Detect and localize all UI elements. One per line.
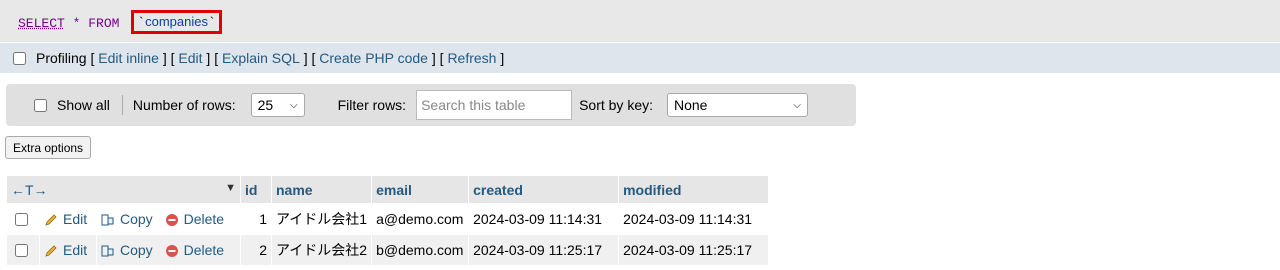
sort-label: Sort by key: xyxy=(579,97,653,113)
edit-link[interactable]: Edit xyxy=(178,50,202,66)
cell-created: 2024-03-09 11:14:31 xyxy=(469,204,619,234)
row-checkbox[interactable] xyxy=(15,212,28,226)
delete-icon xyxy=(165,245,178,258)
sort-select[interactable]: None ⌵ xyxy=(667,93,808,117)
column-header-created[interactable]: created xyxy=(469,176,619,203)
row-edit-link[interactable]: Edit xyxy=(44,242,87,258)
cell-email: b@demo.com xyxy=(372,235,469,265)
rows-label: Number of rows: xyxy=(132,97,236,113)
copy-icon xyxy=(101,214,114,226)
chevron-down-icon: ⌵ xyxy=(793,99,801,111)
cell-created: 2024-03-09 11:25:17 xyxy=(469,235,619,265)
show-all-toggle[interactable]: Show all xyxy=(34,97,110,113)
delete-label: Delete xyxy=(183,241,225,258)
delete-icon xyxy=(165,214,178,227)
cell-email: a@demo.com xyxy=(372,204,469,234)
highlighted-table-name: `companies` xyxy=(131,10,222,34)
sql-star: * xyxy=(72,16,81,31)
profiling-bar: Profiling [ Edit inline ] [ Edit ] [ Exp… xyxy=(0,43,1280,73)
sort-select-value: None xyxy=(674,97,708,113)
action-column-header: ←T→ ▼ xyxy=(7,176,240,203)
profiling-label: Profiling xyxy=(36,50,87,66)
profiling-checkbox[interactable] xyxy=(13,51,26,65)
copy-icon xyxy=(101,245,114,257)
copy-label: Copy xyxy=(120,210,153,227)
edit-label: Edit xyxy=(63,241,88,258)
delete-label: Delete xyxy=(183,210,225,227)
cell-modified: 2024-03-09 11:14:31 xyxy=(619,204,769,234)
column-header-email[interactable]: email xyxy=(372,176,469,203)
cell-name: アイドル会社1 xyxy=(272,204,372,234)
explain-sql-link[interactable]: Explain SQL xyxy=(222,50,300,66)
results-table: ←T→ ▼ id name email created modified Edi… xyxy=(6,175,769,266)
copy-label: Copy xyxy=(120,241,153,258)
show-all-checkbox[interactable] xyxy=(34,98,47,112)
row-copy-link[interactable]: Copy xyxy=(101,211,157,227)
show-all-label: Show all xyxy=(57,97,110,113)
create-php-code-link[interactable]: Create PHP code xyxy=(319,50,428,66)
nav-divider xyxy=(121,95,123,115)
triangle-down-icon[interactable]: ▼ xyxy=(225,182,236,194)
cell-id: 2 xyxy=(241,235,271,265)
cell-modified: 2024-03-09 11:25:17 xyxy=(619,235,769,265)
extra-options-button[interactable]: Extra options xyxy=(5,136,92,159)
sql-query-box: SELECT * FROM `companies` xyxy=(0,0,1280,42)
row-checkbox[interactable] xyxy=(15,243,28,257)
row-edit-link[interactable]: Edit xyxy=(44,211,87,227)
cell-name: アイドル会社2 xyxy=(272,235,372,265)
column-header-id[interactable]: id xyxy=(241,176,271,203)
sql-keyword-from: FROM xyxy=(88,16,120,31)
edit-label: Edit xyxy=(63,210,88,227)
pencil-icon xyxy=(45,214,57,226)
column-arrows-toggle[interactable]: ←T→ xyxy=(11,182,48,198)
table-header-row: ←T→ ▼ id name email created modified xyxy=(7,176,769,203)
row-delete-link[interactable]: Delete xyxy=(165,242,224,258)
column-header-modified[interactable]: modified xyxy=(619,176,769,203)
column-header-name[interactable]: name xyxy=(272,176,372,203)
navigation-bar: Show all Number of rows: 25 ⌵ Filter row… xyxy=(6,84,856,126)
row-delete-link[interactable]: Delete xyxy=(165,211,224,227)
cell-id: 1 xyxy=(241,204,271,234)
refresh-link[interactable]: Refresh xyxy=(447,50,496,66)
pencil-icon xyxy=(45,245,57,257)
filter-label: Filter rows: xyxy=(337,97,407,113)
rows-select-value: 25 xyxy=(257,97,274,113)
table-row: Edit Copy Delete 2 アイドル会社2 b@demo.com 20… xyxy=(7,235,769,265)
sql-keyword-select[interactable]: SELECT xyxy=(18,16,65,31)
row-copy-link[interactable]: Copy xyxy=(101,242,157,258)
rows-select[interactable]: 25 ⌵ xyxy=(250,93,305,117)
sql-table-name[interactable]: companies xyxy=(145,14,208,29)
table-row: Edit Copy Delete 1 アイドル会社1 a@demo.com 20… xyxy=(7,204,769,234)
edit-inline-link[interactable]: Edit inline xyxy=(98,50,159,66)
filter-search-input[interactable] xyxy=(416,90,573,120)
chevron-down-icon: ⌵ xyxy=(290,99,298,111)
sql-query-text: SELECT * FROM `companies` xyxy=(18,10,222,35)
